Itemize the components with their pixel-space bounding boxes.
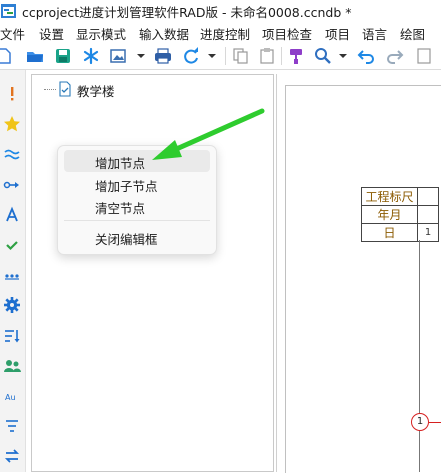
menu-item-clear-node[interactable]: 清空节点 xyxy=(64,195,210,217)
undo-icon[interactable] xyxy=(357,46,377,66)
context-menu: 增加节点 增加子节点 清空节点 关闭编辑框 xyxy=(57,145,217,255)
engineering-ruler: 工程标尺 年月 日 1 xyxy=(361,187,439,242)
menu-project-check[interactable]: 项目检查 xyxy=(262,24,312,43)
menu-settings[interactable]: 设置 xyxy=(39,24,64,43)
menu-divider xyxy=(64,220,210,221)
chevron-down-icon[interactable] xyxy=(207,46,217,66)
ruler-day: 日 xyxy=(361,223,418,242)
copy-icon[interactable] xyxy=(231,46,251,66)
print-icon[interactable] xyxy=(153,46,173,66)
swap-icon[interactable] xyxy=(2,446,22,466)
open-folder-icon[interactable] xyxy=(25,46,45,66)
sort-icon[interactable] xyxy=(2,326,22,346)
menu-item-label: 增加子节点 xyxy=(95,179,158,194)
menu-input-data[interactable]: 输入数据 xyxy=(139,24,189,43)
network-node[interactable]: 1 xyxy=(411,413,429,431)
au-text-icon[interactable]: Au xyxy=(2,386,22,406)
redo-icon[interactable] xyxy=(384,46,404,66)
star-icon[interactable] xyxy=(2,114,22,134)
tree-panel[interactable]: 教学楼 xyxy=(31,74,274,472)
chevron-down-icon[interactable] xyxy=(338,46,348,66)
refresh-icon[interactable] xyxy=(181,46,201,66)
save-icon[interactable] xyxy=(53,46,73,66)
toolbar-separator xyxy=(281,47,282,65)
document-check-icon xyxy=(59,81,71,97)
chevron-down-icon[interactable] xyxy=(136,46,146,66)
menu-item-label: 关闭编辑框 xyxy=(95,232,158,247)
ruler-cell xyxy=(417,187,439,206)
ruler-vertical-line xyxy=(419,240,420,472)
menu-drawing[interactable]: 绘图 xyxy=(400,24,425,43)
svg-text:Au: Au xyxy=(5,393,16,402)
window-title: ccproject进度计划管理软件RAD版 - 未命名0008.ccndb * xyxy=(22,5,352,20)
dots-icon[interactable] xyxy=(2,265,22,285)
toolbar-separator xyxy=(225,47,226,65)
arrow-link-icon[interactable] xyxy=(2,175,22,195)
menu-display-mode[interactable]: 显示模式 xyxy=(76,24,126,43)
format-painter-icon[interactable] xyxy=(286,46,306,66)
exclamation-icon[interactable] xyxy=(2,84,22,104)
ruler-day-value: 1 xyxy=(417,223,439,242)
menu-item-add-node[interactable]: 增加节点 xyxy=(64,150,210,172)
wave-icon[interactable] xyxy=(2,144,22,164)
search-icon[interactable] xyxy=(313,46,333,66)
image-icon[interactable] xyxy=(108,46,128,66)
asterisk-icon[interactable] xyxy=(81,46,101,66)
new-file-icon[interactable] xyxy=(0,46,14,66)
menu-item-close-editor[interactable]: 关闭编辑框 xyxy=(64,226,210,248)
menu-item-label: 增加节点 xyxy=(95,156,146,171)
menu-file[interactable]: 文件 xyxy=(0,24,25,43)
title-bar: ccproject进度计划管理软件RAD版 - 未命名0008.ccndb * xyxy=(0,0,441,22)
check-icon[interactable] xyxy=(2,235,22,255)
gear-icon[interactable] xyxy=(2,295,22,315)
menu-progress-control[interactable]: 进度控制 xyxy=(200,24,250,43)
ruler-cell xyxy=(417,205,439,224)
ruler-header: 工程标尺 xyxy=(361,187,418,206)
paste-icon[interactable] xyxy=(257,46,277,66)
ruler-year-month: 年月 xyxy=(361,205,418,224)
menu-bar: 文件 设置 显示模式 输入数据 进度控制 项目检查 项目 语言 绘图 xyxy=(0,22,441,43)
toolbar xyxy=(0,43,441,70)
network-arrow-line xyxy=(429,422,441,423)
menu-item-add-child-node[interactable]: 增加子节点 xyxy=(64,173,210,195)
left-toolbar: Au xyxy=(0,70,26,472)
page-icon[interactable] xyxy=(414,46,434,66)
people-icon[interactable] xyxy=(2,356,22,376)
filter-icon[interactable] xyxy=(2,416,22,436)
tree-connector xyxy=(44,89,56,90)
menu-project[interactable]: 项目 xyxy=(325,24,350,43)
tree-node-label: 教学楼 xyxy=(77,84,115,99)
text-a-icon[interactable] xyxy=(2,205,22,225)
menu-language[interactable]: 语言 xyxy=(362,24,387,43)
app-icon xyxy=(1,4,16,18)
menu-item-label: 清空节点 xyxy=(95,201,146,216)
